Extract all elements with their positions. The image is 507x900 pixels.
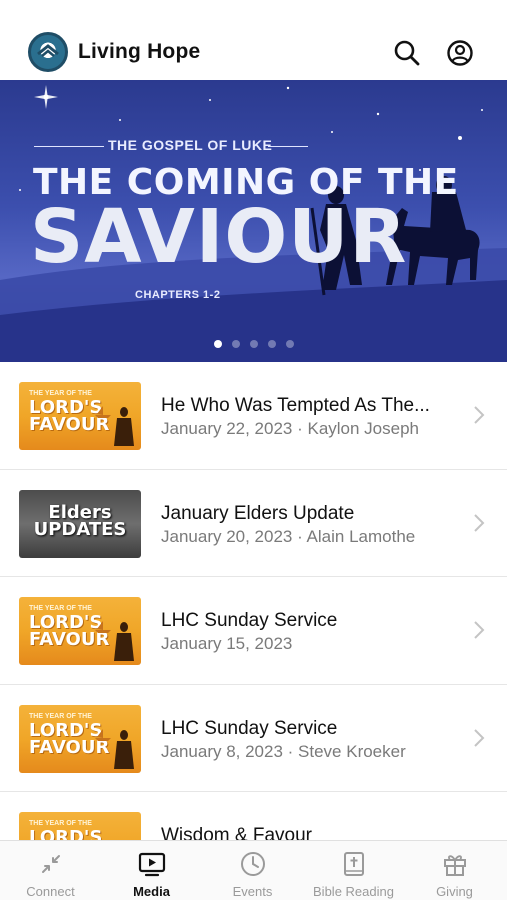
tab-events[interactable]: Events: [202, 841, 303, 900]
carousel-dot[interactable]: [267, 340, 276, 348]
media-thumbnail: THE YEAR OF THE LORD'SFAVOUR: [19, 597, 141, 665]
carousel-indicator[interactable]: [0, 335, 507, 353]
banner-title-line2: SAVIOUR: [30, 194, 408, 280]
media-thumbnail: THE YEAR OF THE LORD'SFAVOUR: [19, 704, 141, 773]
account-icon[interactable]: [446, 39, 474, 67]
chevron-right-icon: [474, 406, 485, 424]
logo-icon: [37, 44, 59, 57]
tab-media[interactable]: Media: [101, 841, 202, 900]
carousel-dot[interactable]: [231, 340, 240, 348]
thumb-caption: THE YEAR OF THE: [29, 712, 92, 720]
thumb-caption: THE YEAR OF THE: [29, 605, 92, 612]
media-title: LHC Sunday Service: [161, 610, 338, 631]
gift-icon: [444, 855, 466, 876]
carousel-dot[interactable]: [213, 340, 222, 348]
figure-icon: [114, 622, 134, 661]
series-rule-right: [268, 146, 308, 147]
tab-label: Bible Reading: [313, 884, 394, 899]
media-title: LHC Sunday Service: [161, 717, 338, 739]
carousel-dot[interactable]: [249, 340, 258, 348]
tab-label: Events: [232, 884, 273, 899]
banner-chapters: CHAPTERS 1-2: [135, 289, 221, 301]
tab-label: Media: [133, 884, 170, 899]
tab-label: Giving: [436, 884, 473, 899]
media-list: THE YEAR OF THE LORD'S FAVOUR He Who Was …: [0, 362, 507, 900]
media-thumbnail: THE YEAR OF THE LORD'SFAVOUR: [19, 382, 141, 450]
media-title: He Who Was Tempted As The...: [161, 395, 430, 416]
series-rule-left: [34, 146, 104, 147]
boat-icon: [95, 621, 111, 633]
media-list-item[interactable]: Elders UPDATES January Elders Update Janu…: [0, 469, 507, 577]
chevron-right-icon: [474, 513, 485, 532]
tab-connect[interactable]: Connect: [0, 841, 101, 900]
tab-label: Connect: [26, 884, 75, 899]
media-subtitle: January 8, 2023 · Steve Kroeker: [161, 741, 406, 761]
app-title: Living Hope: [78, 40, 201, 63]
tab-giving[interactable]: Giving: [404, 841, 505, 900]
chevron-right-icon: [474, 621, 485, 639]
media-subtitle: January 15, 2023: [161, 634, 293, 653]
banner-series: THE GOSPEL OF LUKE: [108, 137, 273, 153]
featured-banner[interactable]: THE GOSPEL OF LUKE THE COMING OF THE SAV…: [0, 80, 507, 362]
media-thumbnail: Elders UPDATES: [19, 489, 141, 558]
bible-icon: [344, 852, 364, 876]
connect-icon: [42, 855, 60, 873]
media-subtitle: January 22, 2023 · Kaylon Joseph: [161, 419, 420, 438]
media-list-item[interactable]: THE YEAR OF THE LORD'S FAVOUR He Who Was …: [0, 362, 507, 470]
media-subtitle: January 20, 2023 · Alain Lamothe: [161, 526, 416, 546]
clock-icon: [241, 852, 265, 876]
media-list-item[interactable]: THE YEAR OF THE LORD'S FAVOUR LHC Sunday …: [0, 684, 507, 792]
figure-icon: [114, 407, 134, 446]
media-list-item[interactable]: THE YEAR OF THE LORD'S FAVOUR LHC Sunday …: [0, 577, 507, 685]
thumb-caption: THE YEAR OF THE: [29, 820, 92, 827]
media-title: January Elders Update: [161, 502, 355, 524]
tab-bible-reading[interactable]: Bible Reading: [303, 841, 404, 900]
boat-icon: [95, 406, 111, 418]
bottom-tab-bar: Connect Media Events Bible Reading Givin…: [0, 840, 507, 900]
chevron-right-icon: [474, 728, 485, 747]
boat-icon: [95, 728, 111, 741]
media-icon: [138, 852, 166, 877]
app-header: Living Hope: [0, 0, 507, 80]
search-icon[interactable]: [393, 39, 421, 67]
thumb-title: Elders UPDATES: [33, 501, 127, 540]
thumb-caption: THE YEAR OF THE: [29, 390, 92, 397]
figure-icon: [114, 729, 134, 769]
carousel-dot[interactable]: [285, 340, 294, 348]
